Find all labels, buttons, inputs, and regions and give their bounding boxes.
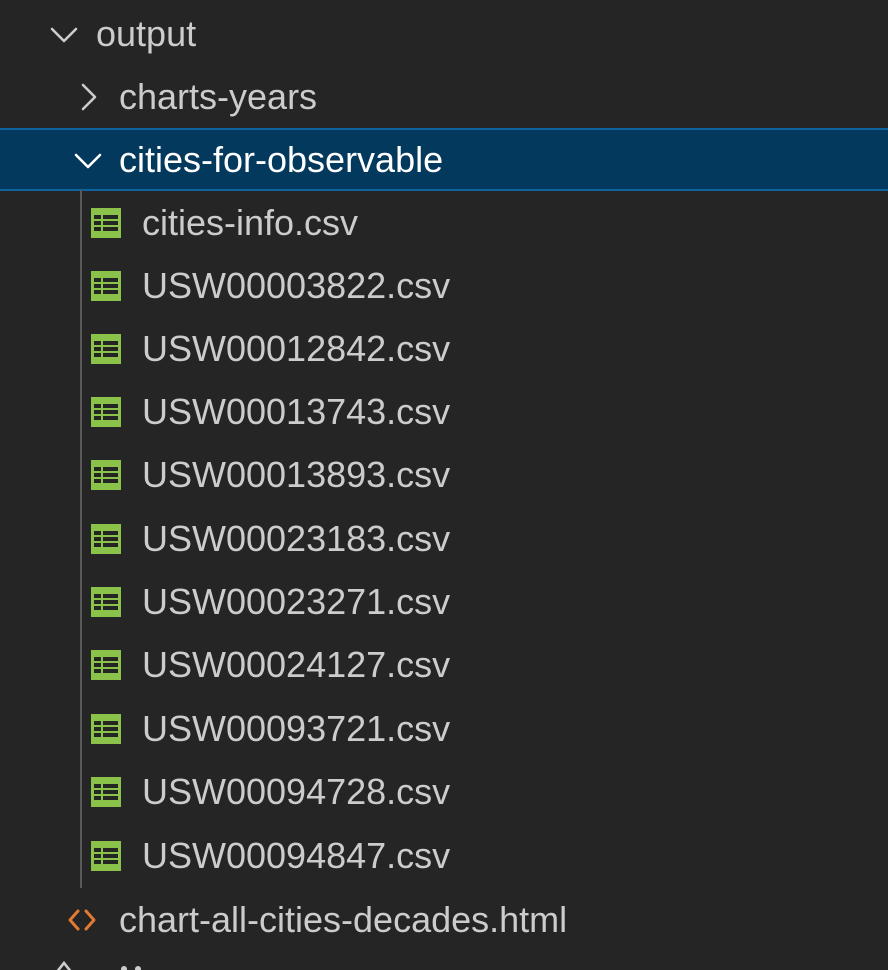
- partially-visible-row: [48, 958, 188, 970]
- folder-cities-for-observable[interactable]: cities-for-observable: [0, 128, 888, 191]
- file-label: USW00094728.csv: [142, 771, 451, 812]
- table-icon: [91, 333, 121, 364]
- file-item[interactable]: USW00094728.csv: [0, 760, 888, 823]
- table-icon: [91, 396, 121, 427]
- folder-output-label: output: [96, 13, 197, 54]
- file-label: cities-info.csv: [142, 202, 359, 243]
- table-icon: [91, 713, 121, 744]
- file-label: USW00013893.csv: [142, 454, 451, 495]
- file-item[interactable]: USW00013893.csv: [0, 443, 888, 506]
- file-label: USW00003822.csv: [142, 265, 451, 306]
- table-icon: [91, 523, 121, 554]
- chevron-right-icon: [81, 83, 97, 110]
- file-label: USW00013743.csv: [142, 391, 451, 432]
- chevron-down-icon: [74, 153, 102, 168]
- file-item[interactable]: USW00094847.csv: [0, 824, 888, 887]
- folder-output[interactable]: output: [0, 2, 888, 65]
- table-icon: [91, 840, 121, 871]
- file-label: USW00024127.csv: [142, 644, 451, 685]
- code-brackets-icon: [68, 909, 96, 930]
- file-explorer-tree: output charts-years cities-for-observabl…: [0, 0, 888, 970]
- folder-charts-years-label: charts-years: [119, 76, 318, 117]
- table-icon: [91, 270, 121, 301]
- chevron-down-icon: [50, 27, 78, 42]
- file-item[interactable]: USW00013743.csv: [0, 380, 888, 443]
- table-icon: [91, 459, 121, 490]
- file-label: USW00093721.csv: [142, 708, 451, 749]
- table-icon: [91, 649, 121, 680]
- file-item[interactable]: USW00012842.csv: [0, 317, 888, 380]
- file-label: USW00023271.csv: [142, 581, 451, 622]
- file-item[interactable]: USW00023183.csv: [0, 507, 888, 570]
- table-icon: [91, 776, 121, 807]
- table-icon: [91, 207, 121, 238]
- file-label: USW00094847.csv: [142, 835, 451, 876]
- file-label: USW00023183.csv: [142, 518, 451, 559]
- folder-charts-years[interactable]: charts-years: [0, 65, 888, 128]
- table-icon: [91, 586, 121, 617]
- file-item[interactable]: USW00024127.csv: [0, 633, 888, 696]
- file-item-html[interactable]: chart-all-cities-decades.html: [0, 888, 888, 951]
- file-item[interactable]: cities-info.csv: [0, 191, 888, 254]
- file-label: USW00012842.csv: [142, 328, 451, 369]
- file-item[interactable]: USW00023271.csv: [0, 570, 888, 633]
- file-label: chart-all-cities-decades.html: [119, 899, 568, 940]
- folder-cities-for-observable-label: cities-for-observable: [119, 139, 444, 180]
- chevron-right-icon: [56, 960, 141, 970]
- file-item[interactable]: USW00093721.csv: [0, 697, 888, 760]
- file-item[interactable]: USW00003822.csv: [0, 254, 888, 317]
